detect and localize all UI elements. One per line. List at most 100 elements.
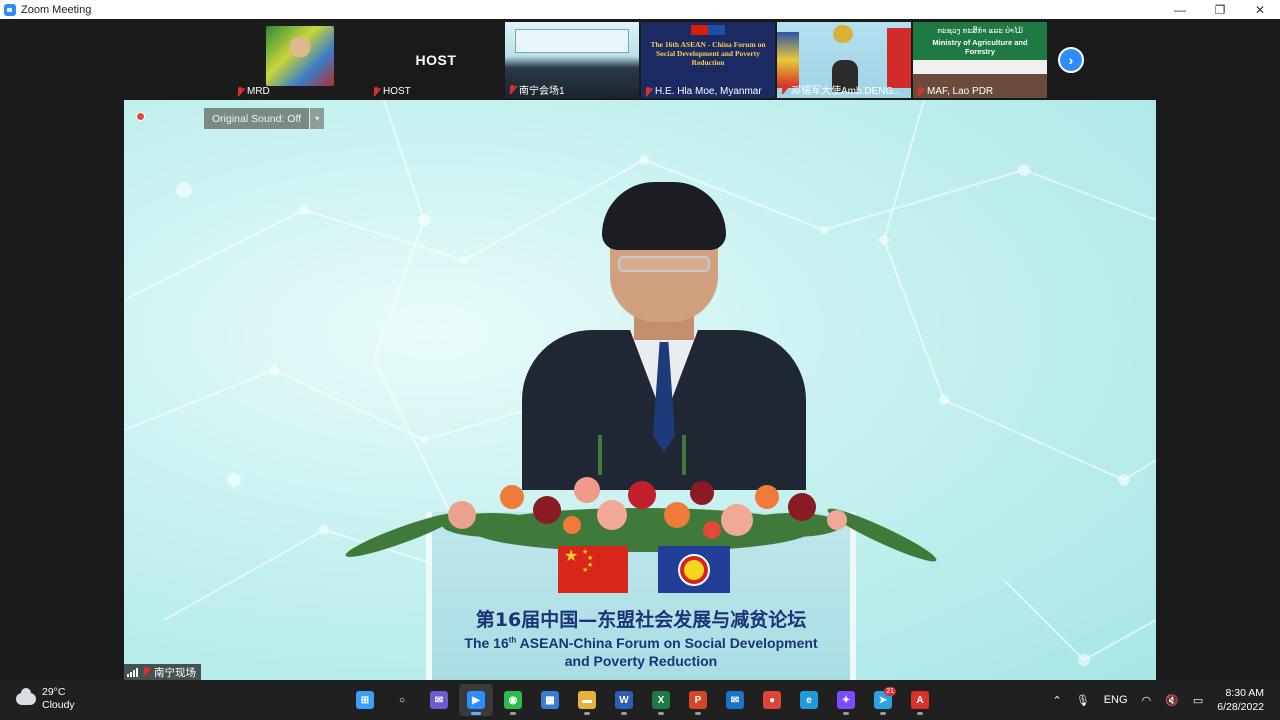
windows-taskbar: 29°C Cloudy ⊞ ○ ✉ ▶ ◉ ▦ ▬ W X P ✉ ● e ✦ ➤ 21 A ⌃ 🎙 ENG ◠… (0, 680, 1280, 720)
weather-temperature: 29°C (42, 686, 66, 698)
podium-title-english-line2: and Poverty Reduction (564, 653, 718, 669)
participant-tile-myanmar[interactable]: The 16th ASEAN - China Forum on Social D… (641, 22, 775, 98)
active-speaker-name: 南宁现场 (154, 666, 196, 679)
chat-app[interactable]: ✉ (422, 684, 456, 716)
messenger-app[interactable]: ✦ (829, 684, 863, 716)
messenger-app-icon: ✦ (837, 691, 855, 709)
start-button[interactable]: ⊞ (348, 684, 382, 716)
edge-app-icon: e (800, 691, 818, 709)
running-indicator (917, 712, 923, 715)
china-flag-image (887, 28, 911, 88)
running-indicator (621, 712, 627, 715)
chevron-right-icon: › (1068, 52, 1074, 68)
volume-muted-icon[interactable]: 🔇 (1165, 694, 1179, 707)
participant-tile-host[interactable]: HOST HOST (369, 22, 503, 98)
asean-flag-image (658, 546, 730, 593)
participant-tile-lao[interactable]: ກະຊວງ ກະສິກຳ ແລະ ປ່າໄມ້ Ministry of Agri… (913, 22, 1047, 98)
meeting-area: MRD HOST HOST 南宁会场1 The 16th ASEAN - Chi… (0, 19, 1280, 680)
chrome-app[interactable]: ● (755, 684, 789, 716)
participant-name: H.E. Hla Moe, Myanmar (655, 86, 762, 97)
telegram-app[interactable]: ➤ 21 (866, 684, 900, 716)
participant-label: HOST (372, 86, 411, 97)
participant-label: H.E. Hla Moe, Myanmar (644, 86, 762, 97)
participant-tile-nanning-venue[interactable]: 南宁会场1 (505, 22, 639, 98)
participant-name-placeholder: HOST (415, 52, 457, 68)
file-explorer-app[interactable]: ▬ (570, 684, 604, 716)
chrome-app-icon: ● (763, 691, 781, 709)
window-controls: — ❐ ✕ (1160, 0, 1280, 19)
close-button[interactable]: ✕ (1240, 0, 1280, 19)
zoom-app-icon: ▶ (467, 691, 485, 709)
clock-time: 8:30 AM (1225, 687, 1264, 699)
mic-muted-icon (508, 84, 516, 95)
file-explorer-app-icon: ▬ (578, 691, 596, 709)
clock-date: 6/28/2022 (1217, 701, 1264, 713)
podium-title-prefix: The 16 (464, 635, 509, 651)
running-indicator (510, 712, 516, 715)
wechat-app-icon: ◉ (504, 691, 522, 709)
running-indicator (471, 712, 481, 715)
zoom-logo-icon (4, 3, 16, 16)
microphone-icon[interactable]: 🎙 (1076, 694, 1090, 707)
running-indicator (658, 712, 664, 715)
participant-label: MAF, Lao PDR (916, 86, 993, 97)
star-icon: ★ (582, 567, 589, 574)
mic-muted-icon (916, 86, 924, 97)
store-app-icon: ▦ (541, 691, 559, 709)
forum-banner-line2: Social Development and Poverty Reduction (656, 49, 760, 67)
forum-banner-line1: The 16th ASEAN - China Forum on (650, 40, 766, 49)
zoom-app[interactable]: ▶ (459, 684, 493, 716)
clock[interactable]: 8:30 AM 6/28/2022 (1217, 686, 1264, 714)
chat-app-icon: ✉ (430, 691, 448, 709)
venue-screen (515, 29, 629, 53)
system-tray: ⌃ 🎙 ENG ◠ 🔇 ▭ 8:30 AM 6/28/2022 (1053, 680, 1280, 720)
podium-title-chinese: 第16届中国—东盟社会发展与减贫论坛 (475, 609, 807, 631)
participant-name: MAF, Lao PDR (927, 86, 994, 97)
cloud-icon (16, 688, 36, 705)
chevron-up-icon[interactable]: ⌃ (1053, 694, 1062, 707)
store-app[interactable]: ▦ (533, 684, 567, 716)
word-app[interactable]: W (607, 684, 641, 716)
original-sound-dropdown[interactable]: ▾ (310, 108, 325, 129)
ministry-banner-english: Ministry of Agriculture and Forestry (932, 38, 1028, 56)
wifi-icon[interactable]: ◠ (1142, 694, 1152, 707)
podium-title-rest: ASEAN-China Forum on Social Development (516, 635, 818, 651)
powerpoint-app-icon: P (689, 691, 707, 709)
taskbar-apps: ⊞ ○ ✉ ▶ ◉ ▦ ▬ W X P ✉ ● e ✦ ➤ 21 A (348, 684, 937, 716)
forum-banner: The 16th ASEAN - China Forum on Social D… (645, 40, 771, 67)
edge-app[interactable]: e (792, 684, 826, 716)
battery-icon[interactable]: ▭ (1193, 694, 1203, 707)
restore-button[interactable]: ❐ (1200, 0, 1240, 19)
mail-app[interactable]: ✉ (718, 684, 752, 716)
powerpoint-app[interactable]: P (681, 684, 715, 716)
speaker-hair (602, 182, 726, 250)
running-indicator (843, 712, 849, 715)
active-speaker-label: 南宁现场 (124, 664, 201, 680)
flags-image (691, 25, 725, 35)
original-sound-button[interactable]: Original Sound: Off (204, 108, 310, 129)
participant-name: 邓锡军大使Amb.DENG... (791, 86, 902, 97)
pdf-app[interactable]: A (903, 684, 937, 716)
mic-muted-icon (644, 86, 652, 97)
wechat-app[interactable]: ◉ (496, 684, 530, 716)
participant-tile-mrd[interactable]: MRD (233, 22, 367, 98)
minimize-button[interactable]: — (1160, 0, 1200, 19)
speaker-glasses (618, 256, 710, 272)
weather-condition: Cloudy (42, 699, 75, 711)
running-indicator (880, 712, 886, 715)
asean-flag-image (777, 32, 799, 88)
excel-app[interactable]: X (644, 684, 678, 716)
connection-signal-icon (127, 667, 138, 677)
participant-label: MRD (236, 86, 270, 97)
language-indicator[interactable]: ENG (1104, 694, 1128, 706)
participant-tile-ambassador[interactable]: 邓锡军大使Amb.DENG... (777, 22, 911, 98)
asean-emblem-center (684, 560, 704, 580)
weather-widget[interactable]: 29°C Cloudy (16, 686, 75, 712)
next-page-button[interactable]: › (1058, 47, 1084, 73)
recording-indicator-icon (136, 112, 145, 121)
emblem-image (833, 25, 853, 43)
active-speaker-video: Original Sound: Off ▾ ★ ★ ★ ★ ★ 第16届中国—东… (124, 100, 1156, 680)
start-button-icon: ⊞ (356, 691, 374, 709)
search-button[interactable]: ○ (385, 684, 419, 716)
participant-label: 南宁会场1 (508, 82, 565, 97)
